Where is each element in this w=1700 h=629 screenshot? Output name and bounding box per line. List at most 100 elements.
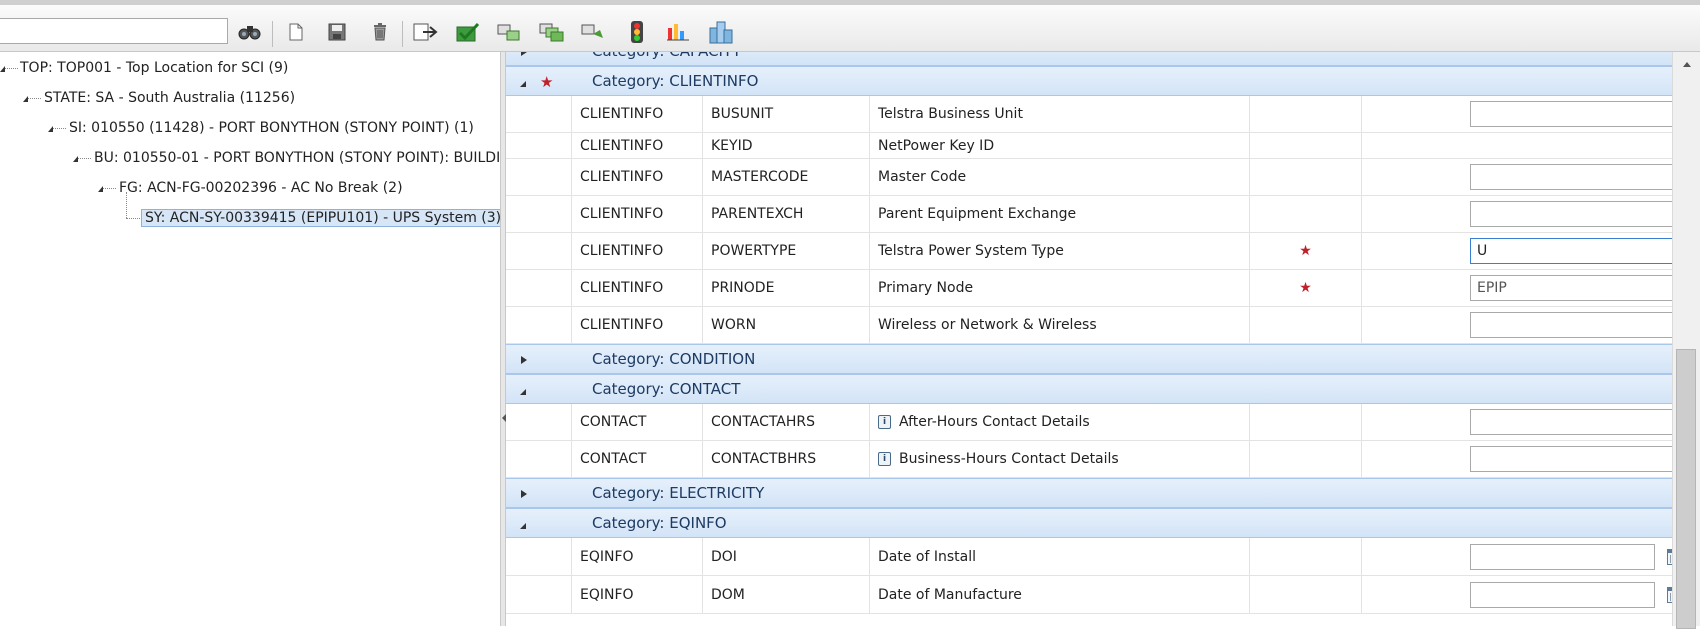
expand-triangle-icon[interactable]	[98, 186, 103, 192]
keyid-value	[1362, 133, 1672, 158]
mastercode-input[interactable]	[1470, 164, 1672, 190]
row-description: i Business-Hours Contact Details	[870, 441, 1250, 477]
scroll-up-arrow-icon[interactable]	[1683, 62, 1691, 67]
row-category: EQINFO	[572, 538, 703, 575]
tree-node-function-group[interactable]: FG: ACN-FG-00202396 - AC No Break (2)	[95, 177, 403, 199]
table-row[interactable]: EQINFO DOI Date of Install	[506, 538, 1672, 576]
row-description: i After-Hours Contact Details	[870, 404, 1250, 440]
transfer-icon[interactable]	[580, 19, 608, 45]
new-document-icon[interactable]	[282, 19, 310, 45]
row-description: Telstra Business Unit	[870, 96, 1250, 132]
prinode-input[interactable]: EPIP	[1470, 275, 1672, 301]
expand-arrow-icon[interactable]	[521, 52, 527, 56]
row-description: Master Code	[870, 159, 1250, 195]
row-category: CLIENTINFO	[572, 96, 703, 132]
row-code: CONTACTAHRS	[703, 404, 870, 440]
parentexch-input[interactable]	[1470, 201, 1672, 227]
row-code: PARENTEXCH	[703, 196, 870, 232]
toolbar-separator	[272, 21, 273, 47]
copy-multiple-icon[interactable]	[538, 19, 566, 45]
powertype-select[interactable]: U	[1470, 238, 1672, 264]
expand-arrow-icon[interactable]	[521, 356, 527, 364]
doi-date-input[interactable]	[1470, 544, 1655, 570]
save-icon[interactable]	[323, 19, 351, 45]
row-code: DOM	[703, 576, 870, 613]
collapse-arrow-icon[interactable]	[520, 389, 526, 395]
expand-triangle-icon[interactable]	[73, 156, 78, 162]
table-row[interactable]: CLIENTINFO PARENTEXCH Parent Equipment E…	[506, 196, 1672, 233]
category-label: Category: CLIENTINFO	[592, 72, 759, 90]
approve-check-icon[interactable]	[454, 19, 482, 45]
table-row[interactable]: CLIENTINFO WORN Wireless or Network & Wi…	[506, 307, 1672, 344]
table-row[interactable]: CLIENTINFO KEYID NetPower Key ID	[506, 133, 1672, 159]
info-icon[interactable]: i	[878, 452, 891, 466]
tree-node-top[interactable]: TOP: TOP001 - Top Location for SCI (9)	[0, 57, 288, 79]
delete-icon[interactable]	[366, 19, 394, 45]
tree-node-building[interactable]: BU: 010550-01 - PORT BONYTHON (STONY POI…	[70, 147, 500, 169]
toolbar-separator	[402, 21, 403, 47]
category-header-capacity[interactable]: Category: CAPACITY	[506, 52, 1672, 66]
category-header-eqinfo[interactable]: Category: EQINFO	[506, 508, 1672, 538]
row-category: CONTACT	[572, 404, 703, 440]
required-star-icon: ★	[540, 73, 554, 91]
row-code: BUSUNIT	[703, 96, 870, 132]
info-icon[interactable]: i	[878, 415, 891, 429]
worn-select[interactable]	[1470, 312, 1672, 338]
category-label: Category: ELECTRICITY	[592, 484, 765, 502]
expand-triangle-icon[interactable]	[0, 66, 5, 72]
tree-node-site[interactable]: SI: 010550 (11428) - PORT BONYTHON (STON…	[45, 117, 474, 139]
table-row[interactable]: CONTACT CONTACTBHRS i Business-Hours Cont…	[506, 441, 1672, 478]
table-row[interactable]: CONTACT CONTACTAHRS i After-Hours Contact…	[506, 404, 1672, 441]
category-header-clientinfo[interactable]: ★ Category: CLIENTINFO	[506, 66, 1672, 96]
tree-node-system-selected[interactable]: SY: ACN-SY-00339415 (EPIPU101) - UPS Sys…	[141, 207, 500, 229]
row-description: Telstra Power System Type	[870, 233, 1250, 269]
find-icon[interactable]	[236, 19, 264, 45]
busunit-select[interactable]	[1470, 101, 1672, 127]
table-row[interactable]: CLIENTINFO MASTERCODE Master Code	[506, 159, 1672, 196]
category-header-contact[interactable]: Category: CONTACT	[506, 374, 1672, 404]
table-row[interactable]: EQINFO DOM Date of Manufacture	[506, 576, 1672, 614]
tree-node-state[interactable]: STATE: SA - South Australia (11256)	[20, 87, 295, 109]
row-code: CONTACTBHRS	[703, 441, 870, 477]
tree-node-label[interactable]: BU: 010550-01 - PORT BONYTHON (STONY POI…	[94, 150, 500, 166]
expand-arrow-icon[interactable]	[521, 490, 527, 498]
traffic-light-icon[interactable]	[623, 19, 651, 45]
attribute-grid: Category: CAPACITY ★ Category: CLIENTINF…	[506, 52, 1672, 626]
export-icon[interactable]	[412, 19, 440, 45]
row-description: NetPower Key ID	[870, 133, 1250, 158]
dom-date-input[interactable]	[1470, 582, 1655, 608]
buildings-icon[interactable]	[707, 19, 735, 45]
row-code: PRINODE	[703, 270, 870, 306]
row-code: DOI	[703, 538, 870, 575]
contactbhrs-input[interactable]	[1470, 446, 1672, 472]
tree-node-label[interactable]: STATE: SA - South Australia (11256)	[44, 90, 295, 106]
table-row[interactable]: CLIENTINFO POWERTYPE Telstra Power Syste…	[506, 233, 1672, 270]
expand-triangle-icon[interactable]	[23, 96, 28, 102]
category-header-condition[interactable]: Category: CONDITION	[506, 344, 1672, 374]
bar-chart-icon[interactable]	[664, 19, 692, 45]
contactahrs-input[interactable]	[1470, 409, 1672, 435]
collapse-arrow-icon[interactable]	[520, 81, 526, 87]
copy-icon[interactable]	[496, 19, 524, 45]
row-category: CONTACT	[572, 441, 703, 477]
expand-triangle-icon[interactable]	[48, 126, 53, 132]
tree-node-label[interactable]: SY: ACN-SY-00339415 (EPIPU101) - UPS Sys…	[141, 209, 500, 227]
table-row[interactable]: CLIENTINFO BUSUNIT Telstra Business Unit	[506, 96, 1672, 133]
category-label: Category: CONDITION	[592, 350, 756, 368]
row-category: EQINFO	[572, 576, 703, 613]
tree-node-label[interactable]: FG: ACN-FG-00202396 - AC No Break (2)	[119, 180, 403, 196]
tree-node-label[interactable]: SI: 010550 (11428) - PORT BONYTHON (STON…	[69, 120, 474, 136]
scrollbar-thumb[interactable]	[1676, 349, 1696, 629]
toolbar	[0, 0, 1700, 52]
row-description: Parent Equipment Exchange	[870, 196, 1250, 232]
row-code: WORN	[703, 307, 870, 343]
collapse-arrow-icon[interactable]	[520, 523, 526, 529]
tree-node-label[interactable]: TOP: TOP001 - Top Location for SCI (9)	[20, 60, 288, 76]
vertical-scrollbar[interactable]	[1672, 52, 1700, 629]
row-description: Date of Manufacture	[870, 576, 1250, 613]
row-category: CLIENTINFO	[572, 233, 703, 269]
category-header-electricity[interactable]: Category: ELECTRICITY	[506, 478, 1672, 508]
search-input[interactable]	[0, 18, 228, 44]
row-category: CLIENTINFO	[572, 196, 703, 232]
table-row[interactable]: CLIENTINFO PRINODE Primary Node ★ EPIP	[506, 270, 1672, 307]
